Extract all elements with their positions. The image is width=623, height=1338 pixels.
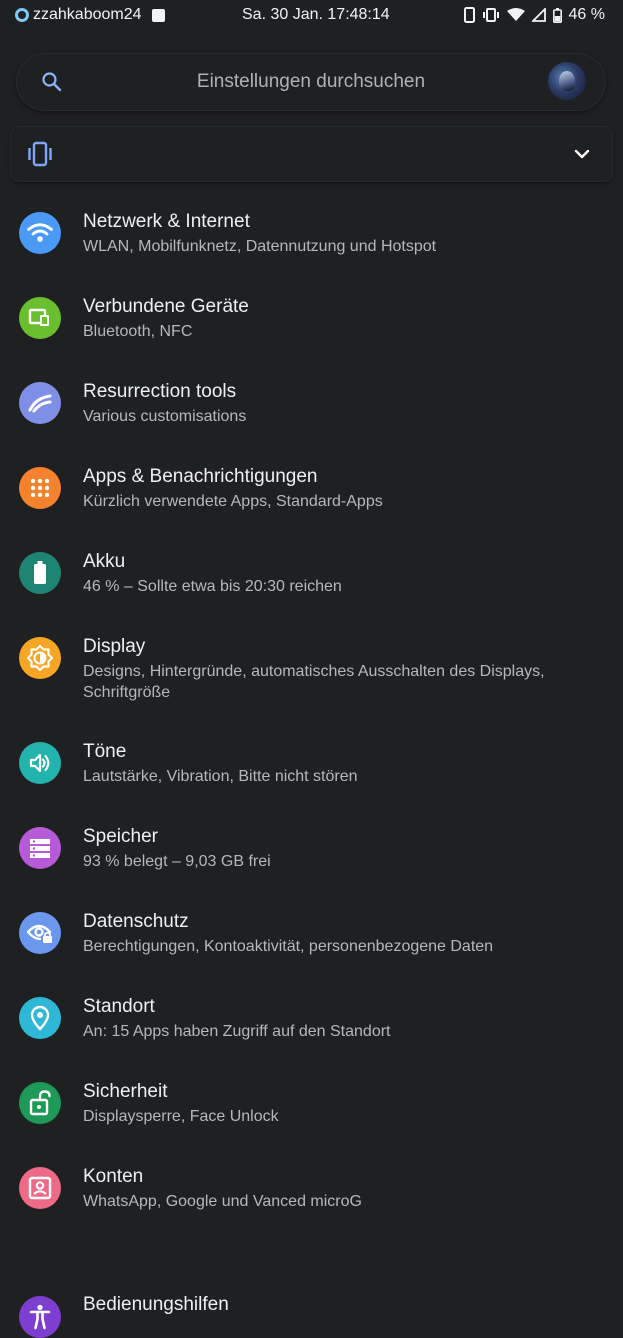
status-datetime: Sa. 30 Jan. 17:48:14 <box>242 6 390 23</box>
settings-item-title: Netzwerk & Internet <box>83 211 250 232</box>
lock-icon <box>19 1082 61 1124</box>
battery-percent: 46 % <box>568 6 605 23</box>
settings-item-summary: Kürzlich verwendete Apps, Standard-Apps <box>83 493 383 510</box>
search-bar[interactable]: Einstellungen durchsuchen <box>17 54 605 110</box>
battery-status-icon <box>552 7 562 23</box>
storage-icon <box>19 827 61 869</box>
accessibility-icon <box>19 1296 61 1338</box>
settings-item-summary: Displaysperre, Face Unlock <box>83 1108 279 1125</box>
privacy-icon <box>19 912 61 954</box>
settings-item-title: Sicherheit <box>83 1081 168 1102</box>
settings-item-title: Konten <box>83 1166 144 1187</box>
settings-item-summary: Various customisations <box>83 408 247 425</box>
settings-item-summary: Designs, Hintergründe, automatisches Aus… <box>83 663 545 701</box>
settings-item-summary: Lautstärke, Vibration, Bitte nicht störe… <box>83 768 358 785</box>
wifi-icon <box>19 212 61 254</box>
search-placeholder[interactable]: Einstellungen durchsuchen <box>17 71 605 93</box>
settings-item-title: Datenschutz <box>83 911 189 932</box>
settings-item-summary: 46 % – Sollte etwa bis 20:30 reichen <box>83 578 342 595</box>
settings-item-title: Töne <box>83 741 127 762</box>
brightness-icon <box>19 637 61 679</box>
image-notification-icon <box>151 8 165 22</box>
devices-icon <box>19 297 61 339</box>
resurrection-icon <box>19 382 61 424</box>
avatar[interactable] <box>548 62 586 100</box>
volume-icon <box>19 742 61 784</box>
apps-icon <box>19 467 61 509</box>
settings-item-summary: Berechtigungen, Kontoaktivität, personen… <box>83 938 494 955</box>
settings-item-title: Standort <box>83 996 155 1017</box>
settings-item-title: Verbundene Geräte <box>83 296 249 317</box>
condition-card[interactable] <box>11 127 612 181</box>
settings-item-title: Akku <box>83 551 126 572</box>
settings-item-title: Display <box>83 636 146 657</box>
settings-item-summary: Bluetooth, NFC <box>83 323 193 340</box>
signal-icon <box>531 8 546 22</box>
settings-item-title: Apps & Benachrichtigungen <box>83 466 318 487</box>
wifi-status-icon <box>506 8 525 22</box>
settings-item-title: Resurrection tools <box>83 381 237 402</box>
vibrate-icon <box>26 141 54 172</box>
battery-icon <box>19 552 61 594</box>
account-icon <box>19 1167 61 1209</box>
phone-icon <box>463 7 475 23</box>
status-username: zzahkaboom24 <box>33 6 142 23</box>
settings-item-summary: WLAN, Mobilfunknetz, Datennutzung und Ho… <box>83 238 437 255</box>
location-icon <box>19 997 61 1039</box>
settings-item-title: Bedienungshilfen <box>83 1294 229 1315</box>
settings-item-summary: An: 15 Apps haben Zugriff auf den Stando… <box>83 1023 391 1040</box>
settings-item-title: Speicher <box>83 826 158 847</box>
settings-item-summary: WhatsApp, Google und Vanced microG <box>83 1193 362 1210</box>
status-bar: zzahkaboom24 Sa. 30 Jan. 17:48:14 46 % <box>0 0 623 30</box>
chevron-down-icon[interactable] <box>574 147 590 165</box>
app-notification-icon <box>15 8 29 22</box>
settings-item-summary: 93 % belegt – 9,03 GB frei <box>83 853 271 870</box>
vibrate-status-icon <box>482 8 500 22</box>
